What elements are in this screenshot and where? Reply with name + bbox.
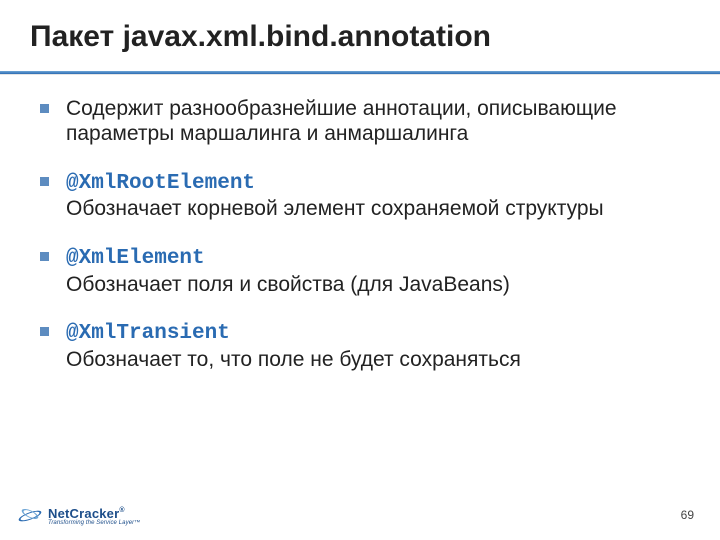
reg-mark: ®: [119, 507, 124, 514]
annotation-code: @XmlElement: [66, 247, 205, 270]
annotation-code: @XmlTransient: [66, 322, 230, 345]
bullet-item: @XmlRootElement Обозначает корневой элем…: [40, 169, 680, 222]
bullet-item: @XmlElement Обозначает поля и свойства (…: [40, 244, 680, 297]
annotation-code: @XmlRootElement: [66, 172, 255, 195]
brand-logo: NetCracker® Transforming the Service Lay…: [18, 506, 140, 526]
slide: Пакет javax.xml.bind.annotation Содержит…: [0, 0, 720, 540]
bullet-text: Обозначает то, что поле не будет сохраня…: [66, 348, 521, 371]
bullet-item: @XmlTransient Обозначает то, что поле не…: [40, 319, 680, 372]
brand-name-text: NetCracker: [48, 506, 119, 521]
bullet-list: Содержит разнообразнейшие аннотации, опи…: [40, 96, 680, 373]
logo-icon: [18, 506, 42, 526]
brand-name: NetCracker®: [48, 507, 140, 520]
content-area: Содержит разнообразнейшие аннотации, опи…: [0, 74, 720, 373]
page-number: 69: [681, 508, 694, 522]
bullet-text: Содержит разнообразнейшие аннотации, опи…: [66, 97, 617, 146]
brand-tagline: Transforming the Service Layer™: [48, 520, 140, 526]
bullet-item: Содержит разнообразнейшие аннотации, опи…: [40, 96, 680, 147]
bullet-text: Обозначает корневой элемент сохраняемой …: [66, 197, 604, 220]
logo-text-block: NetCracker® Transforming the Service Lay…: [48, 507, 140, 526]
bullet-text: Обозначает поля и свойства (для JavaBean…: [66, 273, 510, 296]
footer: NetCracker® Transforming the Service Lay…: [0, 492, 720, 526]
slide-title: Пакет javax.xml.bind.annotation: [0, 0, 720, 65]
